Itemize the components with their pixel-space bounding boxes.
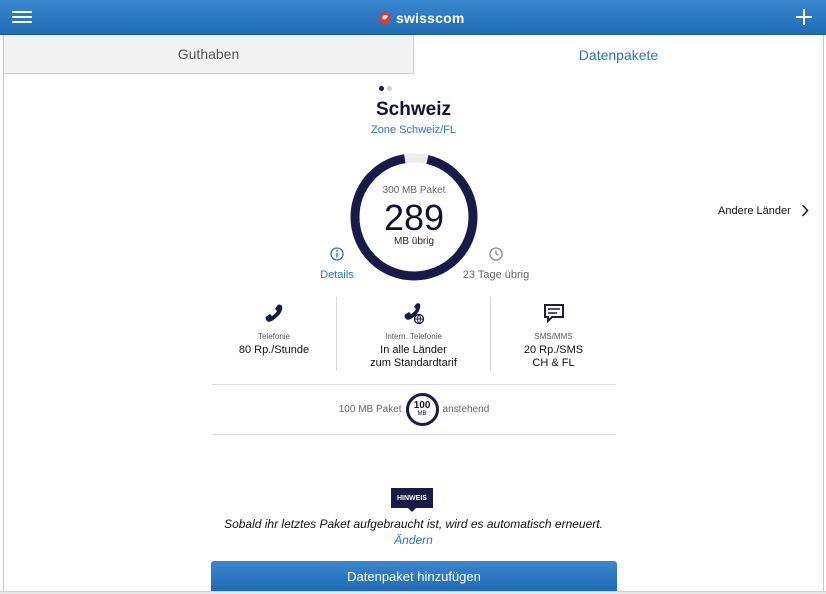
- app-header: swisscom: [0, 0, 826, 35]
- rate-value-line-1: In alle Länder: [380, 344, 447, 356]
- add-icon[interactable]: [794, 7, 814, 27]
- pending-package: 100 MB Paket 100 MB anstehend: [212, 392, 616, 426]
- tab-datenpakete[interactable]: Datenpakete: [414, 35, 823, 74]
- swisscom-logo-icon: [379, 11, 391, 25]
- badge-unit: MB: [417, 410, 427, 417]
- remaining-unit: MB übrig: [393, 236, 434, 247]
- carousel-indicator: [379, 86, 392, 91]
- tab-guthaben[interactable]: Guthaben: [4, 35, 414, 74]
- days-remaining: 23 Tage übrig: [456, 247, 536, 281]
- phone-icon: [265, 304, 283, 322]
- rate-value-line-2: zum Standardtarif: [370, 357, 457, 369]
- divider: [212, 384, 616, 385]
- carousel-dot-active[interactable]: [379, 86, 384, 91]
- add-data-package-button[interactable]: Datenpaket hinzufügen: [211, 561, 617, 591]
- rate-title: SMS/MMS: [534, 332, 573, 341]
- rate-value: 80 Rp./Stunde: [238, 344, 310, 356]
- hint-text: Sobald ihr letztes Paket aufgebraucht is…: [224, 517, 603, 531]
- country-title: Schweiz: [376, 99, 451, 120]
- rate-value-line-1: 20 Rp./SMS: [523, 344, 584, 356]
- rates-row: Telefonie 80 Rp./Stunde Intern. Telefoni…: [212, 297, 616, 371]
- rate-intern-telefonie: Intern. Telefonie In alle Länder zum Sta…: [336, 297, 490, 371]
- package-size-label: 300 MB Paket: [382, 185, 446, 196]
- clock-icon: [489, 247, 503, 261]
- info-icon: [330, 247, 344, 261]
- rate-sms-mms: SMS/MMS 20 Rp./SMS CH & FL: [490, 297, 616, 371]
- rate-telefonie: Telefonie 80 Rp./Stunde: [212, 297, 336, 371]
- remaining-value: 289: [383, 197, 445, 238]
- brand-name: swisscom: [396, 10, 465, 26]
- hint-tag: HINWEIS: [391, 488, 433, 512]
- brand-logo: swisscom: [378, 6, 465, 30]
- tab-bar: Guthaben Datenpakete: [4, 35, 823, 74]
- zone-link[interactable]: Zone Schweiz/FL: [4, 124, 823, 136]
- menu-icon[interactable]: [10, 8, 34, 28]
- rate-value-line-2: CH & FL: [532, 357, 575, 369]
- other-countries-label: Andere Länder: [718, 204, 791, 217]
- pending-suffix: anstehend: [442, 403, 490, 415]
- change-link[interactable]: Ändern: [4, 533, 823, 547]
- details-label: Details: [320, 269, 354, 281]
- pending-badge: 100 MB: [405, 392, 439, 426]
- sms-icon: [543, 304, 564, 323]
- chevron-right-icon: [801, 204, 809, 217]
- details-button[interactable]: Details: [312, 247, 362, 281]
- days-remaining-label: 23 Tage übrig: [462, 269, 530, 281]
- badge-value: 100: [413, 399, 431, 411]
- other-countries-link[interactable]: Andere Länder: [718, 204, 809, 217]
- rate-title: Intern. Telefonie: [385, 332, 442, 341]
- carousel-dot[interactable]: [387, 86, 392, 91]
- content-frame: Guthaben Datenpakete Schweiz Zone Schwei…: [3, 35, 824, 594]
- divider: [212, 434, 616, 435]
- international-phone-icon: [404, 303, 424, 325]
- pending-prefix: 100 MB Paket: [338, 403, 402, 415]
- rate-title: Telefonie: [257, 332, 291, 341]
